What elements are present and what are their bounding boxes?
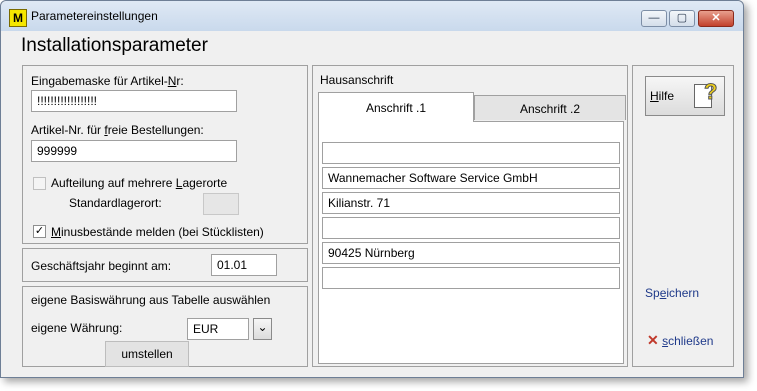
freie-bestellungen-label: Artikel-Nr. für freie Bestellungen: xyxy=(31,123,204,137)
geschaeftsjahr-panel: Geschäftsjahr beginnt am: 01.01 xyxy=(22,248,308,282)
waehrung-panel: eigene Basiswährung aus Tabelle auswähle… xyxy=(22,286,308,367)
address-tab-content: Wannemacher Software Service GmbH Kilian… xyxy=(318,121,624,364)
article-settings-panel: Eingabemaske für Artikel-Nr: !!!!!!!!!!!… xyxy=(22,65,308,244)
address-line-1[interactable] xyxy=(322,142,620,164)
hausanschrift-panel: Hausanschrift Anschrift .1 Anschrift .2 … xyxy=(312,65,628,367)
minus-label: Minusbestände melden (bei Stücklisten) xyxy=(51,225,264,239)
minus-checkbox[interactable]: ✓ xyxy=(33,225,46,238)
window-title: Parametereinstellungen xyxy=(31,9,158,23)
geschaeftsjahr-input[interactable]: 01.01 xyxy=(211,254,277,276)
eingabemaske-label: Eingabemaske für Artikel-Nr: xyxy=(31,74,184,88)
waehrung-label: eigene Währung: xyxy=(31,321,123,335)
tab-anschrift-2[interactable]: Anschrift .2 xyxy=(474,95,626,120)
tab-anschrift-1[interactable]: Anschrift .1 xyxy=(318,92,474,122)
title-bar[interactable]: M Parametereinstellungen — ▢ ✕ xyxy=(1,1,743,31)
actions-panel: Hilfe ? Speichern ✕ schließen xyxy=(632,65,734,367)
schliessen-button[interactable]: ✕ schließen xyxy=(647,332,713,349)
close-x-icon: ✕ xyxy=(647,332,659,348)
standardlagerort-label: Standardlagerort: xyxy=(69,196,162,210)
speichern-button[interactable]: Speichern xyxy=(645,286,699,300)
app-logo-icon: M xyxy=(9,9,27,27)
address-line-3[interactable]: Kilianstr. 71 xyxy=(322,192,620,214)
waehrung-select[interactable]: EUR xyxy=(187,318,249,340)
address-line-2[interactable]: Wannemacher Software Service GmbH xyxy=(322,167,620,189)
address-line-5[interactable]: 90425 Nürnberg xyxy=(322,242,620,264)
maximize-button[interactable]: ▢ xyxy=(669,10,695,27)
umstellen-button[interactable]: umstellen xyxy=(105,341,189,367)
hilfe-button[interactable]: Hilfe ? xyxy=(645,76,725,116)
eingabemaske-input[interactable]: !!!!!!!!!!!!!!!!!! xyxy=(31,90,237,112)
close-window-button[interactable]: ✕ xyxy=(698,10,734,27)
address-line-6[interactable] xyxy=(322,267,620,289)
schliessen-label: schließen xyxy=(662,334,714,348)
waehrung-dropdown-button[interactable]: ⌄ xyxy=(253,318,272,340)
minimize-button[interactable]: — xyxy=(641,10,667,27)
hausanschrift-label: Hausanschrift xyxy=(320,73,394,87)
basiswaehrung-label: eigene Basiswährung aus Tabelle auswähle… xyxy=(31,293,271,307)
aufteilung-checkbox[interactable] xyxy=(33,177,46,190)
dialog-window: M Parametereinstellungen — ▢ ✕ Installat… xyxy=(0,0,744,378)
freie-bestellungen-input[interactable]: 999999 xyxy=(31,140,237,162)
address-line-4[interactable] xyxy=(322,217,620,239)
geschaeftsjahr-label: Geschäftsjahr beginnt am: xyxy=(31,259,172,273)
aufteilung-label: Aufteilung auf mehrere Lagerorte xyxy=(51,176,228,190)
hilfe-label: Hilfe xyxy=(650,89,675,103)
page-title: Installationsparameter xyxy=(21,35,208,56)
standardlagerort-input[interactable] xyxy=(203,193,239,215)
help-question-icon: ? xyxy=(703,79,718,105)
